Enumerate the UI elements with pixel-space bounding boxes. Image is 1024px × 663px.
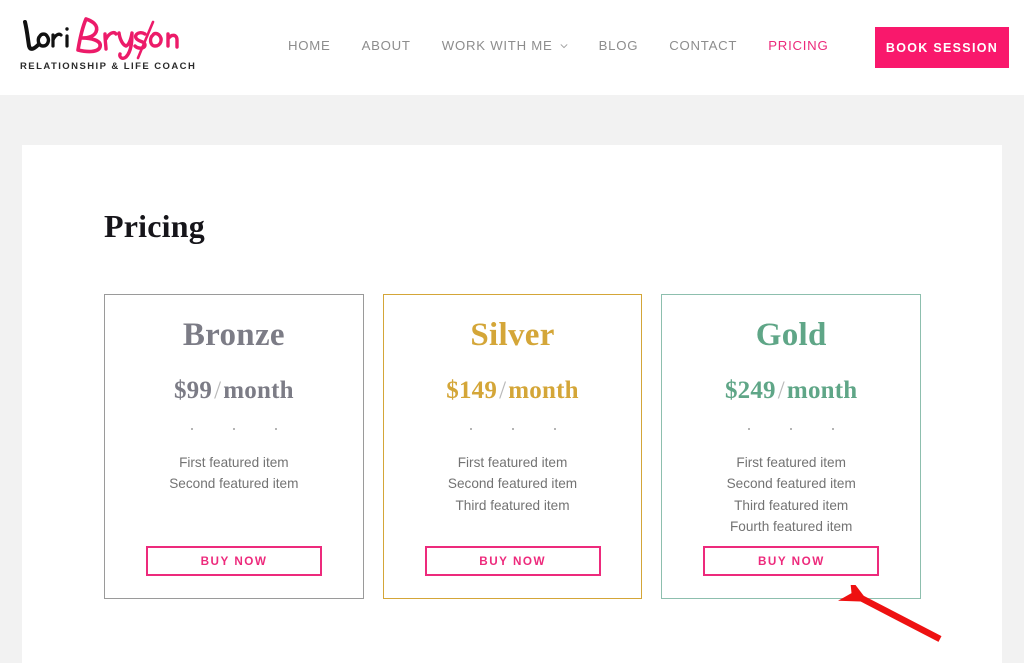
- plan-feature-item: Second featured item: [726, 476, 856, 492]
- plan-price-silver: $149/month: [384, 377, 642, 405]
- plan-feature-item: Third featured item: [455, 497, 570, 513]
- buy-now-button-silver[interactable]: BUY NOW: [424, 546, 601, 576]
- plan-feature-item: First featured item: [736, 454, 846, 470]
- plan-price-separator: /: [214, 376, 222, 404]
- pricing-card-bronze[interactable]: Bronze $99/month First featured item Seco…: [104, 294, 364, 599]
- plan-name-bronze: Bronze: [182, 317, 285, 353]
- nav-item-home[interactable]: HOME: [288, 38, 331, 53]
- main-navigation: HOME ABOUT WORK WITH ME BLOG CONTACT PRI…: [288, 38, 828, 53]
- dot-separator: [662, 427, 920, 430]
- plan-price-period: month: [786, 376, 858, 404]
- logo-wordmark-icon: [23, 17, 179, 60]
- dot-separator: [105, 427, 363, 430]
- plan-features-bronze: First featured item Second featured item: [105, 452, 363, 495]
- chevron-down-icon: [560, 43, 568, 48]
- pricing-card-gold[interactable]: Gold $249/month First featured item Secon…: [661, 294, 922, 599]
- plan-name-gold: Gold: [755, 317, 827, 353]
- plan-name-silver: Silver: [470, 317, 555, 353]
- plan-price-bronze: $99/month: [105, 377, 363, 405]
- plan-price-separator: /: [777, 376, 785, 404]
- plan-feature-item: Third featured item: [734, 497, 849, 513]
- plan-features-silver: First featured item Second featured item T…: [384, 452, 642, 517]
- plan-price-period: month: [223, 376, 294, 404]
- buy-now-button-bronze[interactable]: BUY NOW: [146, 546, 322, 576]
- plan-price-period: month: [508, 376, 579, 404]
- nav-item-pricing[interactable]: PRICING: [768, 38, 828, 53]
- plan-price-gold: $249/month: [662, 377, 920, 405]
- nav-item-work-with-me[interactable]: WORK WITH ME: [442, 38, 568, 53]
- plan-price-amount: $99: [173, 376, 213, 404]
- plan-feature-item: Fourth featured item: [729, 519, 853, 535]
- nav-item-blog[interactable]: BLOG: [599, 38, 639, 53]
- plan-price-amount: $149: [446, 376, 498, 404]
- plan-feature-item: First featured item: [457, 454, 568, 470]
- logo-tagline: RELATIONSHIP & LIFE COACH: [20, 61, 197, 72]
- plan-feature-item: Second featured item: [169, 476, 299, 492]
- nav-item-contact[interactable]: CONTACT: [669, 38, 737, 53]
- plan-features-gold: First featured item Second featured item T…: [662, 452, 920, 538]
- nav-item-work-with-me-label: WORK WITH ME: [441, 38, 553, 53]
- buy-now-button-gold[interactable]: BUY NOW: [703, 546, 880, 576]
- dot-separator: [384, 427, 642, 430]
- plan-feature-item: Second featured item: [447, 476, 578, 492]
- site-header: RELATIONSHIP & LIFE COACH HOME ABOUT WOR…: [0, 0, 1024, 95]
- pricing-card-silver[interactable]: Silver $149/month First featured item Sec…: [382, 294, 643, 599]
- plan-price-separator: /: [499, 376, 507, 404]
- site-logo[interactable]: RELATIONSHIP & LIFE COACH: [20, 14, 200, 80]
- nav-item-about[interactable]: ABOUT: [362, 38, 411, 53]
- pricing-plans-row: Bronze $99/month First featured item Seco…: [104, 294, 922, 599]
- page-title: Pricing: [104, 208, 205, 244]
- book-session-button[interactable]: BOOK SESSION: [875, 27, 1009, 68]
- plan-price-amount: $249: [724, 376, 776, 404]
- content-panel: Pricing Bronze $99/month First featured …: [22, 145, 1002, 663]
- plan-feature-item: First featured item: [179, 454, 289, 470]
